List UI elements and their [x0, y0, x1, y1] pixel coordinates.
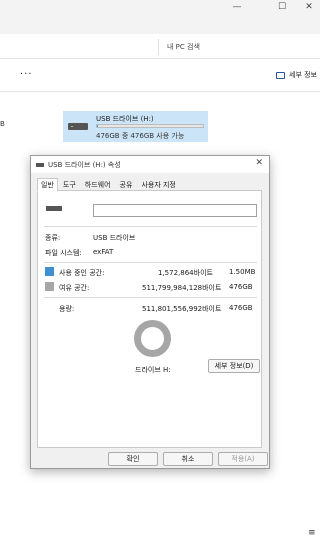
details-pane-button[interactable]: 세부 정보 — [276, 70, 317, 80]
drive-free-text: 476GB 중 476GB 사용 가능 — [96, 132, 185, 140]
volume-name-input[interactable] — [93, 204, 257, 217]
explorer-titlebar: — ☐ ✕ — [0, 0, 320, 34]
details-pane-icon — [276, 71, 285, 79]
capacity-donut-chart — [134, 320, 171, 357]
type-value: USB 드라이브 — [93, 234, 136, 242]
search-placeholder: 내 PC 검색 — [167, 43, 200, 51]
tab-general[interactable]: 일반 — [37, 178, 58, 192]
maximize-button[interactable]: ☐ — [271, 0, 293, 14]
dialog-titlebar: USB 드라이브 (H:) 속성 ✕ — [31, 156, 269, 173]
free-space-swatch — [45, 282, 54, 291]
search-input[interactable]: 내 PC 검색 — [158, 39, 320, 55]
used-space-swatch — [45, 267, 54, 276]
close-window-button[interactable]: ✕ — [298, 0, 320, 14]
minimize-button[interactable]: — — [226, 0, 248, 14]
general-tab-panel: 종류: USB 드라이브 파일 시스템: exFAT 사용 중인 공간: 1,5… — [37, 190, 262, 448]
drive-title-icon — [36, 163, 44, 167]
view-toggle-icon[interactable]: ≡ — [308, 528, 316, 538]
used-space-label: 사용 중인 공간: — [59, 269, 105, 277]
drive-letter-label: 드라이브 H: — [135, 366, 171, 374]
filesystem-value: exFAT — [93, 248, 114, 256]
capacity-label: 용량: — [59, 305, 75, 313]
properties-dialog: USB 드라이브 (H:) 속성 ✕ 일반 도구 하드웨어 공유 사용자 지정 … — [30, 155, 270, 469]
tab-strip: 일반 도구 하드웨어 공유 사용자 지정 — [37, 178, 181, 192]
ok-button[interactable]: 확인 — [108, 452, 158, 466]
command-bar: ··· 세부 정보 — [0, 59, 320, 92]
free-space-size: 476GB — [229, 283, 253, 291]
capacity-size: 476GB — [229, 304, 253, 312]
cancel-button[interactable]: 취소 — [163, 452, 213, 466]
type-label: 종류: — [45, 234, 61, 242]
used-space-bytes: 1,572,864바이트 — [158, 269, 213, 277]
drive-large-icon — [46, 206, 62, 211]
dialog-title: USB 드라이브 (H:) 속성 — [48, 161, 121, 169]
apply-button[interactable]: 적용(A) — [218, 452, 268, 466]
address-bar-area: 내 PC 검색 — [0, 34, 320, 59]
used-space-size: 1.50MB — [229, 268, 256, 276]
free-space-bytes: 511,799,984,128바이트 — [142, 284, 222, 292]
dialog-close-button[interactable]: ✕ — [255, 158, 263, 168]
capacity-bytes: 511,801,556,992바이트 — [142, 305, 222, 313]
more-options-button[interactable]: ··· — [20, 69, 33, 80]
divider — [44, 297, 257, 298]
divider — [44, 262, 257, 263]
nav-fragment-text: B — [0, 120, 5, 128]
filesystem-label: 파일 시스템: — [45, 249, 82, 257]
free-space-label: 여유 공간: — [59, 284, 90, 292]
drive-usage-bar — [96, 124, 204, 128]
details-pane-label: 세부 정보 — [289, 71, 317, 79]
usb-drive-icon — [68, 123, 88, 130]
usb-drive-tile[interactable]: USB 드라이브 (H:) 476GB 중 476GB 사용 가능 — [63, 111, 208, 142]
disk-details-button[interactable]: 세부 정보(D) — [208, 359, 260, 373]
divider — [44, 226, 257, 227]
drive-name: USB 드라이브 (H:) — [96, 115, 154, 123]
